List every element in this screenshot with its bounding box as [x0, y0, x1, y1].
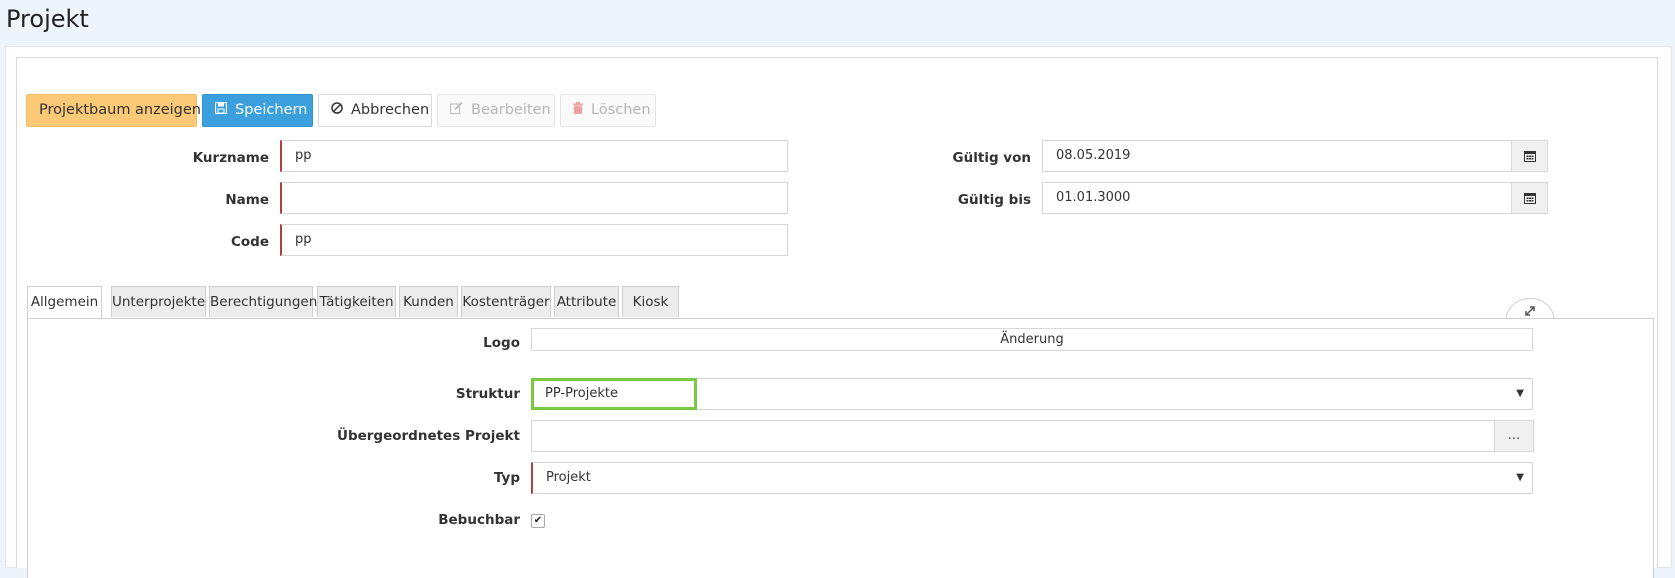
gueltig-von-input[interactable]: 08.05.2019	[1042, 140, 1512, 172]
edit-label: Bearbeiten	[471, 102, 551, 118]
bebuchbar-checkbox[interactable]: ✔	[531, 514, 545, 528]
parent-project-browse-button[interactable]: ...	[1494, 420, 1534, 452]
trash-icon	[573, 95, 583, 126]
name-input[interactable]	[280, 182, 788, 214]
delete-button[interactable]: Löschen	[560, 94, 656, 127]
edit-icon	[450, 95, 463, 126]
code-input[interactable]: pp	[280, 224, 788, 256]
kurzname-input[interactable]: pp	[280, 140, 788, 172]
highlight-box	[531, 378, 697, 410]
cancel-button[interactable]: Abbrechen	[318, 94, 432, 127]
kurzname-label: Kurzname	[192, 150, 269, 166]
show-project-tree-label: Projektbaum anzeigen	[39, 102, 201, 118]
tab-kostentraeger[interactable]: Kostenträger	[461, 286, 551, 317]
show-project-tree-button[interactable]: Projektbaum anzeigen	[26, 94, 201, 127]
gueltig-von-label: Gültig von	[952, 150, 1031, 166]
tab-allgemein[interactable]: Allgemein	[27, 286, 102, 319]
calendar-icon[interactable]	[1511, 182, 1548, 214]
dropdown-arrow-icon: ▼	[1516, 388, 1524, 399]
typ-value: Projekt	[546, 470, 591, 485]
tab-panel-allgemein: Logo Änderung Struktur PP-Projekte ▼ Übe…	[27, 318, 1654, 578]
save-label: Speichern	[235, 102, 308, 118]
typ-label: Typ	[493, 470, 520, 486]
calendar-icon[interactable]	[1511, 140, 1548, 172]
save-button[interactable]: Speichern	[202, 94, 313, 127]
cancel-label: Abbrechen	[351, 102, 430, 118]
parent-project-input[interactable]	[531, 420, 1495, 452]
delete-label: Löschen	[591, 102, 651, 118]
tab-attribute[interactable]: Attribute	[554, 286, 619, 317]
bebuchbar-label: Bebuchbar	[438, 512, 520, 528]
edit-button[interactable]: Bearbeiten	[437, 94, 555, 127]
tab-kunden[interactable]: Kunden	[399, 286, 458, 317]
struktur-label: Struktur	[455, 386, 520, 402]
change-logo-button[interactable]: Änderung	[531, 328, 1533, 351]
logo-label: Logo	[483, 335, 520, 351]
tab-unterprojekte[interactable]: Unterprojekte	[111, 286, 206, 317]
ban-icon	[331, 95, 343, 126]
typ-select[interactable]: Projekt ▼	[531, 462, 1533, 494]
tab-taetigkeiten[interactable]: Tätigkeiten	[317, 286, 396, 317]
gueltig-bis-label: Gültig bis	[957, 192, 1031, 208]
dropdown-arrow-icon: ▼	[1516, 472, 1524, 483]
page-title: Projekt	[6, 5, 89, 33]
gueltig-bis-input[interactable]: 01.01.3000	[1042, 182, 1512, 214]
parent-project-label: Übergeordnetes Projekt	[336, 428, 520, 444]
tab-berechtigungen[interactable]: Berechtigungen	[209, 286, 317, 317]
tab-kiosk[interactable]: Kiosk	[622, 286, 679, 317]
content-panel: Projektbaum anzeigen Speichern Abbrechen…	[5, 46, 1672, 578]
floppy-disk-icon	[214, 95, 228, 126]
code-label: Code	[230, 234, 269, 250]
project-form: Projektbaum anzeigen Speichern Abbrechen…	[16, 57, 1658, 578]
name-label: Name	[225, 192, 269, 208]
